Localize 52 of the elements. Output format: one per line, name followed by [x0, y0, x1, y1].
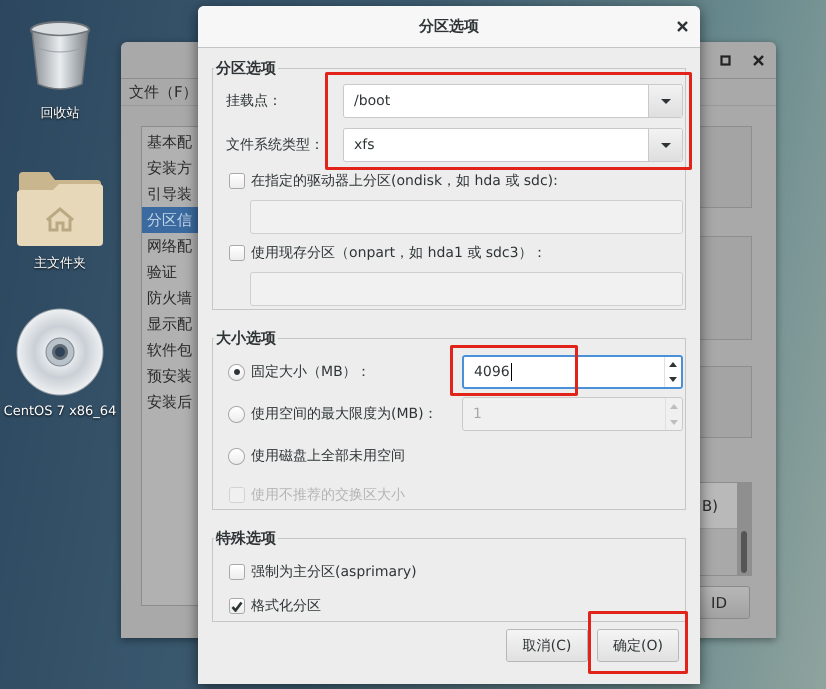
sidebar-item[interactable]: 软件包 [142, 337, 198, 363]
option-label: 固定大小（MB）： [251, 363, 371, 381]
desktop-icon-label[interactable]: 回收站 [40, 104, 80, 122]
down-arrow-icon[interactable] [668, 376, 678, 383]
close-icon[interactable] [677, 21, 688, 32]
field-label: 挂载点： [226, 92, 283, 110]
sidebar-item[interactable]: 网络配 [142, 233, 198, 259]
sidebar-item[interactable]: 安装后 [142, 389, 198, 415]
close-icon[interactable] [753, 54, 764, 66]
dialog-button[interactable]: 确定(O) [597, 629, 679, 662]
sidebar-item[interactable]: 防火墙 [142, 285, 198, 311]
checkbox[interactable] [229, 245, 245, 261]
sidebar-item[interactable]: 验证 [142, 259, 198, 285]
sidebar-item[interactable]: 安装方 [142, 155, 198, 181]
scrollbar[interactable] [737, 483, 751, 575]
option-label: 强制为主分区(asprimary) [251, 563, 417, 581]
checkbox[interactable] [229, 564, 245, 580]
option-label: 使用现存分区（onpart，如 hda1 或 sdc3）： [251, 244, 547, 262]
section-title: 分区选项 [214, 58, 277, 78]
up-arrow-icon[interactable] [668, 361, 678, 368]
option-label: 使用磁盘上全部未用空间 [251, 447, 405, 465]
list-cell: B) [702, 496, 718, 514]
dropdown[interactable]: xfs [343, 128, 683, 162]
dialog-title: 分区选项 [419, 17, 479, 36]
caret-icon [660, 142, 672, 148]
disc-icon[interactable] [16, 308, 104, 396]
menu-item[interactable]: 文件（F） [129, 82, 198, 102]
radio-button[interactable] [228, 406, 245, 422]
sidebar-item[interactable]: 引导装 [142, 181, 198, 207]
maximize-icon[interactable] [720, 54, 731, 66]
section-title: 大小选项 [215, 328, 277, 348]
option-label: 使用空间的最大限度为(MB)： [251, 405, 438, 423]
checkbox[interactable] [229, 173, 245, 189]
desktop-icon-label[interactable]: 主文件夹 [34, 254, 86, 272]
option-label: 格式化分区 [251, 597, 321, 615]
checkbox[interactable] [229, 598, 245, 614]
radio-button[interactable] [228, 364, 245, 380]
radio-button[interactable] [228, 448, 245, 464]
home-folder-icon[interactable] [17, 170, 103, 246]
sidebar-item[interactable]: 预安装 [142, 363, 198, 389]
desktop-icon-label[interactable]: CentOS 7 x86_64 [4, 404, 116, 419]
option-label: 使用不推荐的交换区大小 [251, 486, 405, 504]
dialog-button[interactable]: 取消(C) [506, 629, 588, 662]
sidebar-item[interactable]: 分区信 [142, 207, 198, 233]
sidebar-item[interactable]: 基本配 [142, 129, 198, 155]
field-label: 文件系统类型： [226, 136, 325, 154]
option-label: 在指定的驱动器上分区(ondisk，如 hda 或 sdc): [251, 172, 558, 190]
section-title: 特殊选项 [214, 528, 277, 548]
dropdown[interactable]: /boot [343, 84, 683, 118]
caret-icon [660, 98, 672, 104]
sidebar-item[interactable]: 显示配 [142, 311, 198, 337]
spin-field[interactable]: 4096 [462, 355, 683, 389]
